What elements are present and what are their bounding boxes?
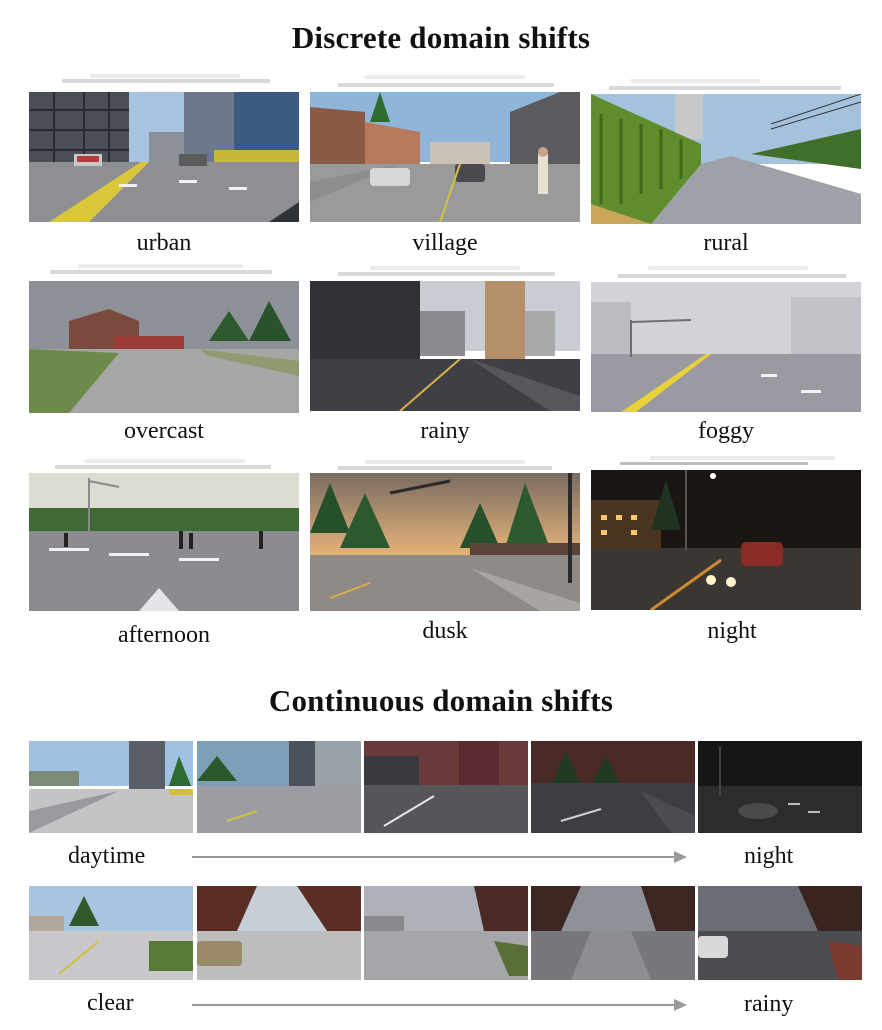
caption-afternoon: afternoon <box>118 622 210 648</box>
start-label-clear: clear <box>87 990 134 1016</box>
blur-bar <box>90 74 240 78</box>
blur-bar <box>85 459 245 463</box>
progression-arrow-line <box>192 856 674 858</box>
daytime-to-night-step-2-image <box>197 741 361 833</box>
end-label-rainy: rainy <box>744 991 794 1017</box>
discrete-section-title: Discrete domain shifts <box>291 20 591 55</box>
blur-bar <box>630 79 760 83</box>
blur-bar <box>618 274 846 278</box>
blur-bar <box>78 264 243 268</box>
blur-bar <box>648 266 808 270</box>
blur-bar <box>338 83 554 87</box>
start-label-daytime: daytime <box>68 843 146 869</box>
blur-bar <box>650 456 835 460</box>
foggy-scene-image <box>591 282 861 412</box>
caption-rainy: rainy <box>420 418 470 444</box>
progression-arrow-head-icon <box>674 999 687 1011</box>
clear-to-rainy-step-4-image <box>531 886 695 980</box>
clear-to-rainy-step-2-image <box>197 886 361 980</box>
blur-bar <box>338 272 555 276</box>
rural-scene-image <box>591 94 861 224</box>
caption-dusk: dusk <box>422 618 468 644</box>
blur-bar <box>370 266 520 270</box>
caption-foggy: foggy <box>698 418 754 444</box>
caption-rural: rural <box>703 230 749 256</box>
progression-arrow-head-icon <box>674 851 687 863</box>
blur-bar <box>50 270 272 274</box>
end-label-night: night <box>744 843 794 869</box>
urban-scene-image <box>29 92 299 222</box>
afternoon-scene-image <box>29 473 299 611</box>
overcast-scene-image <box>29 281 299 413</box>
blur-bar <box>338 466 552 470</box>
clear-to-rainy-step-3-image <box>364 886 528 980</box>
blur-bar <box>609 86 841 90</box>
rainy-scene-image <box>310 281 580 411</box>
daytime-to-night-step-4-image <box>531 741 695 833</box>
caption-night: night <box>707 618 757 644</box>
clear-to-rainy-step-5-image <box>698 886 862 980</box>
continuous-section-title: Continuous domain shifts <box>268 683 614 718</box>
clear-to-rainy-step-1-image <box>29 886 193 980</box>
daytime-to-night-step-3-image <box>364 741 528 833</box>
blur-bar <box>55 465 271 469</box>
daytime-to-night-step-5-image <box>698 741 862 833</box>
dusk-scene-image <box>310 473 580 611</box>
blur-bar <box>365 460 525 464</box>
caption-village: village <box>412 230 478 256</box>
progression-arrow-line <box>192 1004 674 1006</box>
caption-overcast: overcast <box>124 418 204 444</box>
village-scene-image <box>310 92 580 222</box>
blur-bar <box>620 462 808 465</box>
blur-bar <box>365 75 525 79</box>
caption-urban: urban <box>136 230 192 256</box>
blur-bar <box>62 79 270 83</box>
daytime-to-night-step-1-image <box>29 741 193 833</box>
night-scene-image <box>591 470 861 610</box>
